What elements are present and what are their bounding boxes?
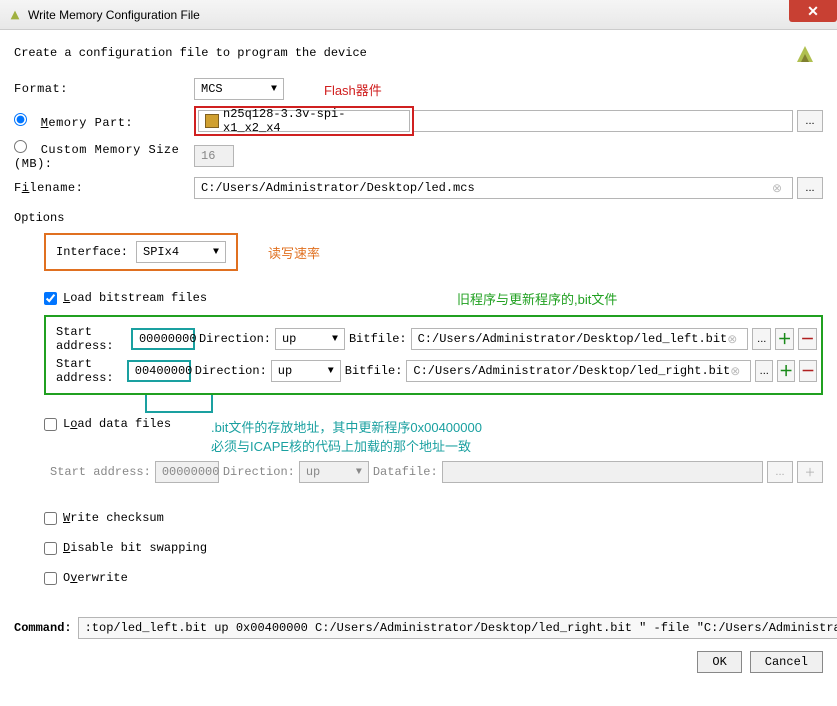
format-label: Format:: [14, 82, 194, 96]
command-value: :top/led_left.bit up 0x00400000 C:/Users…: [85, 621, 837, 635]
annotation-addr2: 必须与ICAPE核的代码上加载的那个地址一致: [211, 436, 482, 455]
direction-select-1[interactable]: up▼: [271, 360, 341, 382]
command-label: Command:: [14, 621, 72, 635]
start-address-input-0[interactable]: 00000000: [131, 328, 195, 350]
window-title: Write Memory Configuration File: [28, 8, 200, 22]
custom-size-radio-row[interactable]: Custom Memory Size (MB):: [14, 140, 214, 171]
command-input[interactable]: :top/led_left.bit up 0x00400000 C:/Users…: [78, 617, 837, 639]
annotation-flash: Flash器件: [324, 80, 382, 99]
clear-icon[interactable]: ⊗: [772, 181, 786, 196]
remove-row-button[interactable]: －: [799, 360, 817, 382]
chevron-down-icon: ▼: [271, 84, 277, 95]
subtitle: Create a configuration file to program t…: [14, 40, 823, 72]
clear-icon[interactable]: ⊗: [730, 364, 744, 379]
direction-label: Direction:: [195, 364, 267, 378]
interface-select[interactable]: SPIx4 ▼: [136, 241, 226, 263]
bitfile-browse-1[interactable]: ...: [755, 360, 773, 382]
disable-swap-label: Disable bit swapping: [63, 541, 207, 555]
chip-icon: [205, 114, 219, 128]
write-checksum-checkbox[interactable]: [44, 512, 57, 525]
brand-logo-icon: [793, 42, 817, 66]
custom-size-value: 16: [201, 149, 215, 163]
memory-part-label: Memory Part:: [41, 116, 133, 130]
filename-label: Filename:: [14, 181, 194, 195]
write-checksum-label: Write checksum: [63, 511, 164, 525]
datafile-browse: ...: [767, 461, 793, 483]
overwrite-label: Overwrite: [63, 571, 128, 585]
filename-browse-button[interactable]: ...: [797, 177, 823, 199]
interface-label: Interface:: [56, 245, 128, 259]
start-address-label: Start address:: [56, 325, 127, 353]
ok-button[interactable]: OK: [697, 651, 741, 673]
direction-select-0[interactable]: up▼: [275, 328, 345, 350]
load-data-label: Load data files: [63, 417, 171, 431]
load-bitstream-checkbox[interactable]: [44, 292, 57, 305]
annotation-rate: 读写速率: [268, 243, 320, 262]
custom-size-input: 16: [194, 145, 234, 167]
memory-part-input-ext[interactable]: [414, 110, 793, 132]
memory-part-browse-button[interactable]: ...: [797, 110, 823, 132]
start-address-input-1[interactable]: 00400000: [127, 360, 191, 382]
bitfile-label: Bitfile:: [349, 332, 407, 346]
add-row-button[interactable]: ＋: [775, 328, 794, 350]
close-button[interactable]: ✕: [789, 0, 837, 22]
annotation-addr1: .bit文件的存放地址，其中更新程序0x00400000: [211, 417, 482, 436]
filename-value: C:/Users/Administrator/Desktop/led.mcs: [201, 181, 475, 195]
disable-swap-checkbox[interactable]: [44, 542, 57, 555]
annotation-bitfiles: 旧程序与更新程序的,bit文件: [457, 289, 617, 308]
custom-size-radio[interactable]: [14, 140, 27, 153]
chevron-down-icon: ▼: [213, 247, 219, 258]
datafile-input: [442, 461, 763, 483]
memory-part-radio[interactable]: [14, 113, 27, 126]
memory-part-radio-row[interactable]: Memory Part:: [14, 113, 194, 130]
clear-icon[interactable]: ⊗: [727, 332, 741, 347]
titlebar: Write Memory Configuration File ✕: [0, 0, 837, 30]
add-row-button[interactable]: ＋: [777, 360, 795, 382]
start-address-label: Start address:: [56, 357, 123, 385]
data-start-input: 00000000: [155, 461, 219, 483]
bitfile-input-1[interactable]: C:/Users/Administrator/Desktop/led_right…: [406, 360, 751, 382]
bitrow-1: Start address: 00400000 Direction: up▼ B…: [56, 357, 817, 385]
format-select[interactable]: MCS ▼: [194, 78, 284, 100]
bitfile-browse-0[interactable]: ...: [752, 328, 771, 350]
datafile-label: Datafile:: [373, 465, 438, 479]
data-direction-select: up▼: [299, 461, 369, 483]
memory-part-value: n25q128-3.3v-spi-x1_x2_x4: [223, 107, 403, 135]
overwrite-checkbox[interactable]: [44, 572, 57, 585]
custom-size-label: Custom Memory Size (MB):: [14, 143, 179, 171]
direction-label: Direction:: [199, 332, 271, 346]
load-bitstream-label: Load bitstream files: [63, 291, 207, 305]
bitfile-label: Bitfile:: [345, 364, 403, 378]
remove-row-button[interactable]: －: [798, 328, 817, 350]
data-direction-label: Direction:: [223, 465, 295, 479]
bitrow-0: Start address: 00000000 Direction: up▼ B…: [56, 325, 817, 353]
cancel-button[interactable]: Cancel: [750, 651, 823, 673]
app-logo-icon: [8, 8, 22, 22]
chevron-down-icon: ▼: [356, 467, 362, 478]
interface-value: SPIx4: [143, 245, 179, 259]
data-start-label: Start address:: [50, 465, 151, 479]
format-value: MCS: [201, 82, 223, 96]
options-heading: Options: [14, 211, 823, 225]
add-datarow-button: ＋: [797, 461, 823, 483]
filename-input[interactable]: C:/Users/Administrator/Desktop/led.mcs ⊗: [194, 177, 793, 199]
bitfile-input-0[interactable]: C:/Users/Administrator/Desktop/led_left.…: [411, 328, 749, 350]
load-data-checkbox[interactable]: [44, 418, 57, 431]
chevron-down-icon: ▼: [328, 366, 334, 377]
memory-part-input[interactable]: n25q128-3.3v-spi-x1_x2_x4: [198, 110, 410, 132]
chevron-down-icon: ▼: [332, 334, 338, 345]
